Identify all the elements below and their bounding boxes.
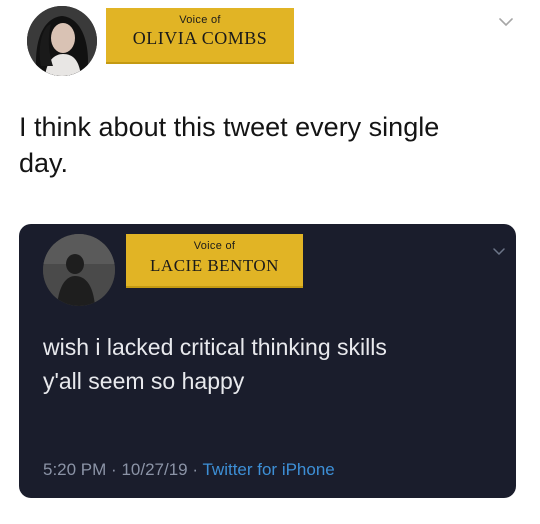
chevron-down-icon[interactable] — [492, 244, 506, 258]
tweet-text-line: y'all seem so happy — [43, 368, 245, 394]
tweet-source-link[interactable]: Twitter for iPhone — [202, 460, 334, 479]
quoted-tweet-text: wish i lacked critical thinking skills y… — [43, 330, 503, 398]
tweet-metadata: 5:20 PM · 10/27/19 · Twitter for iPhone — [43, 460, 335, 480]
avatar-photo-icon — [27, 6, 97, 76]
tweet-date[interactable]: 10/27/19 — [121, 460, 187, 479]
nameplate-label: Voice of — [179, 14, 221, 26]
quoted-nameplate: Voice of LACIE BENTON — [126, 234, 303, 288]
separator: · — [192, 460, 199, 479]
tweet-text-line: I think about this tweet every single — [19, 112, 440, 142]
tweet-time[interactable]: 5:20 PM — [43, 460, 106, 479]
avatar-photo-icon — [43, 234, 115, 306]
author-name[interactable]: LACIE BENTON — [126, 256, 303, 276]
outer-avatar[interactable] — [27, 6, 97, 76]
chevron-down-icon[interactable] — [497, 13, 515, 31]
quoted-avatar[interactable] — [43, 234, 115, 306]
author-name[interactable]: OLIVIA COMBS — [106, 28, 294, 49]
tweet-text: I think about this tweet every single da… — [19, 109, 519, 181]
tweet-text-line: wish i lacked critical thinking skills — [43, 334, 387, 360]
separator: · — [111, 460, 117, 479]
outer-nameplate: Voice of OLIVIA COMBS — [106, 8, 294, 64]
quoted-tweet-card[interactable]: Voice of LACIE BENTON wish i lacked crit… — [19, 224, 516, 498]
nameplate-label: Voice of — [193, 240, 236, 252]
tweet-text-line: day. — [19, 148, 69, 178]
